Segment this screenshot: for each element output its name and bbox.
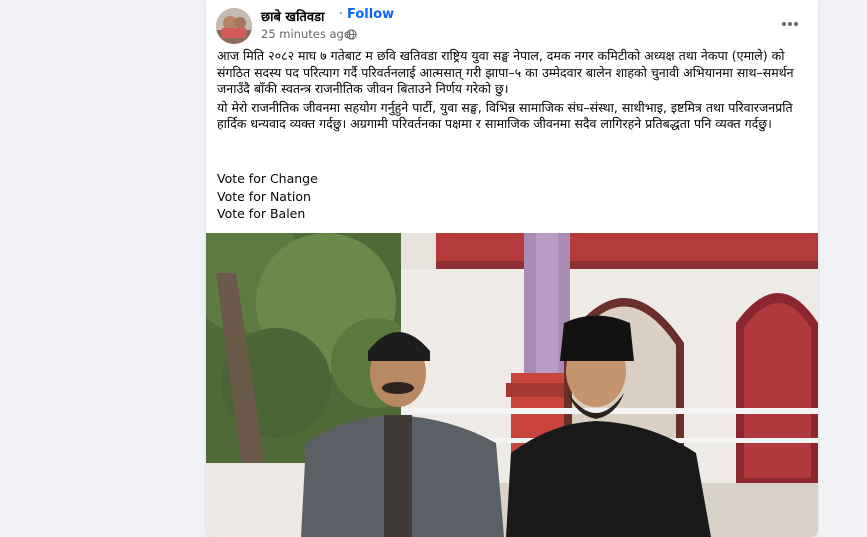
author-avatar[interactable] — [216, 8, 252, 44]
post-timestamp[interactable]: 25 minutes ago — [261, 27, 351, 41]
post-paragraph: यो मेरो राजनीतिक जीवनमा सहयोग गर्नुहुने … — [217, 99, 793, 132]
separator-dot: · — [339, 7, 344, 22]
post-card: छाबे खतिवडा · Follow 25 minutes ago आज म… — [206, 0, 818, 537]
post-body: आज मिति २०८२ माघ ७ गतेबाट म छवि खतिवडा र… — [217, 48, 807, 135]
follow-button[interactable]: Follow — [347, 7, 394, 22]
vote-lines: Vote for Change Vote for Nation Vote for… — [217, 170, 318, 223]
post-header: छाबे खतिवडा · Follow 25 minutes ago — [206, 0, 818, 46]
vote-line: Vote for Change — [217, 171, 318, 186]
author-name[interactable]: छाबे खतिवडा — [261, 7, 324, 25]
globe-icon — [346, 29, 357, 40]
post-paragraph: आज मिति २०८२ माघ ७ गतेबाट म छवि खतिवडा र… — [217, 48, 794, 96]
more-options-icon[interactable] — [778, 12, 802, 36]
vote-line: Vote for Nation — [217, 188, 311, 204]
post-photo[interactable] — [206, 233, 818, 537]
vote-line: Vote for Balen — [217, 206, 306, 221]
